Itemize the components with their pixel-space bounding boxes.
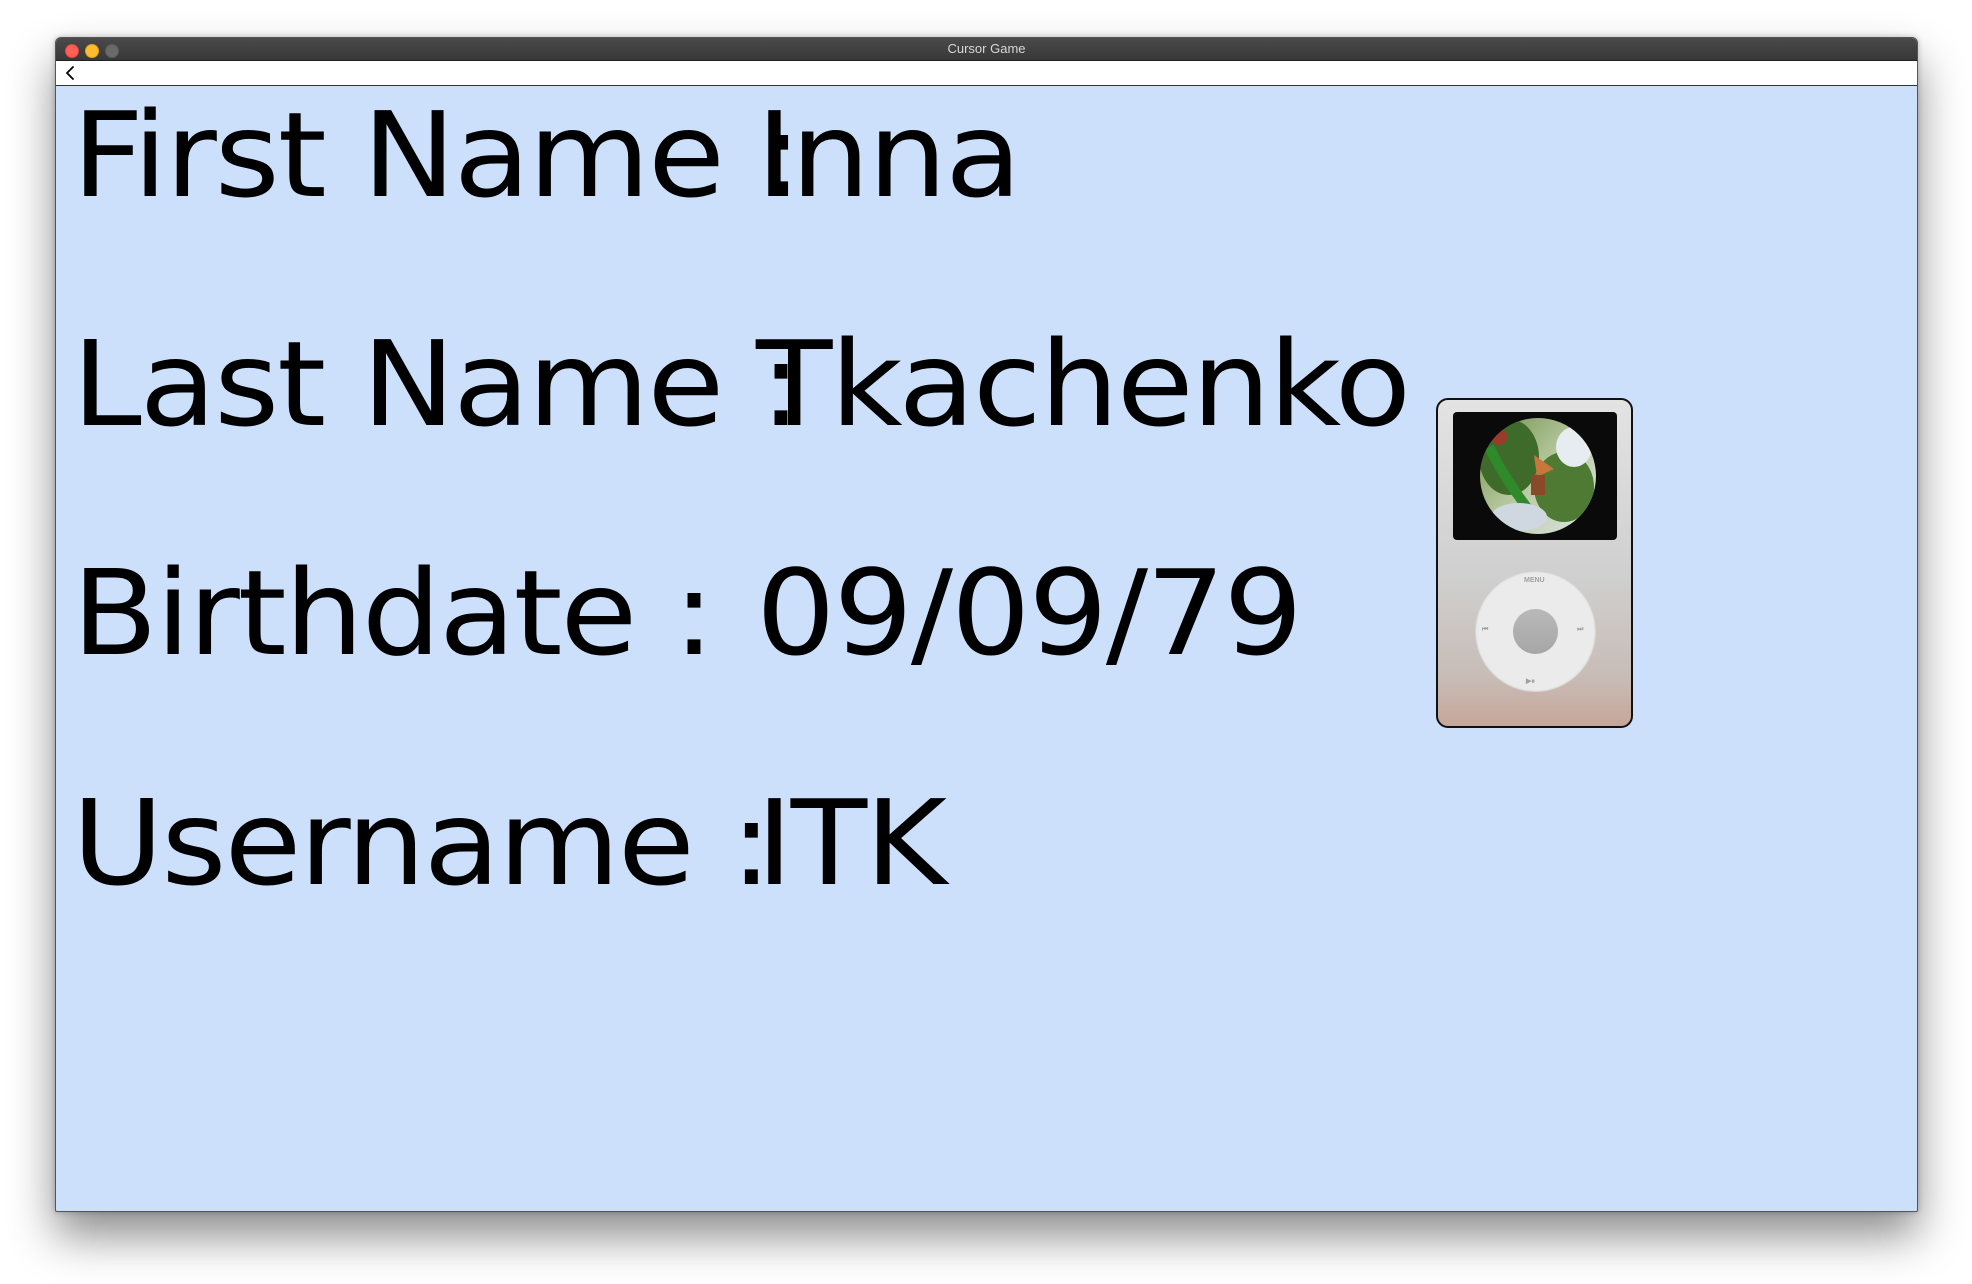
chevron-left-icon <box>66 66 74 80</box>
first-name-value: Inna <box>756 86 1022 224</box>
wheel-center-button <box>1513 609 1558 654</box>
birthdate-value: 09/09/79 <box>756 544 1303 682</box>
album-art-photo <box>1480 418 1596 534</box>
window-title: Cursor Game <box>947 41 1026 56</box>
ipod-screen <box>1453 412 1617 540</box>
next-track-icon: ⏭ <box>1577 626 1584 633</box>
previous-track-icon: ⏮ <box>1482 626 1489 633</box>
back-button[interactable] <box>62 62 82 84</box>
birthdate-label: Birthdate : <box>72 544 715 682</box>
username-label: Username : <box>72 774 772 912</box>
toolbar <box>56 61 1917 86</box>
app-window: Cursor Game First Name : Inna Last Name … <box>55 37 1918 1212</box>
play-pause-icon: ▶⏸ <box>1526 678 1535 685</box>
username-value: ITK <box>756 774 947 912</box>
title-bar[interactable]: Cursor Game <box>56 38 1917 61</box>
click-wheel: MENU ⏮ ⏭ ▶⏸ <box>1475 571 1596 692</box>
avatar-ipod-icon: MENU ⏮ ⏭ ▶⏸ <box>1436 398 1633 728</box>
last-name-label: Last Name : <box>72 315 802 453</box>
menu-label: MENU <box>1524 577 1545 584</box>
first-name-label: First Name : <box>72 86 803 224</box>
last-name-value: Tkachenko <box>756 315 1411 453</box>
